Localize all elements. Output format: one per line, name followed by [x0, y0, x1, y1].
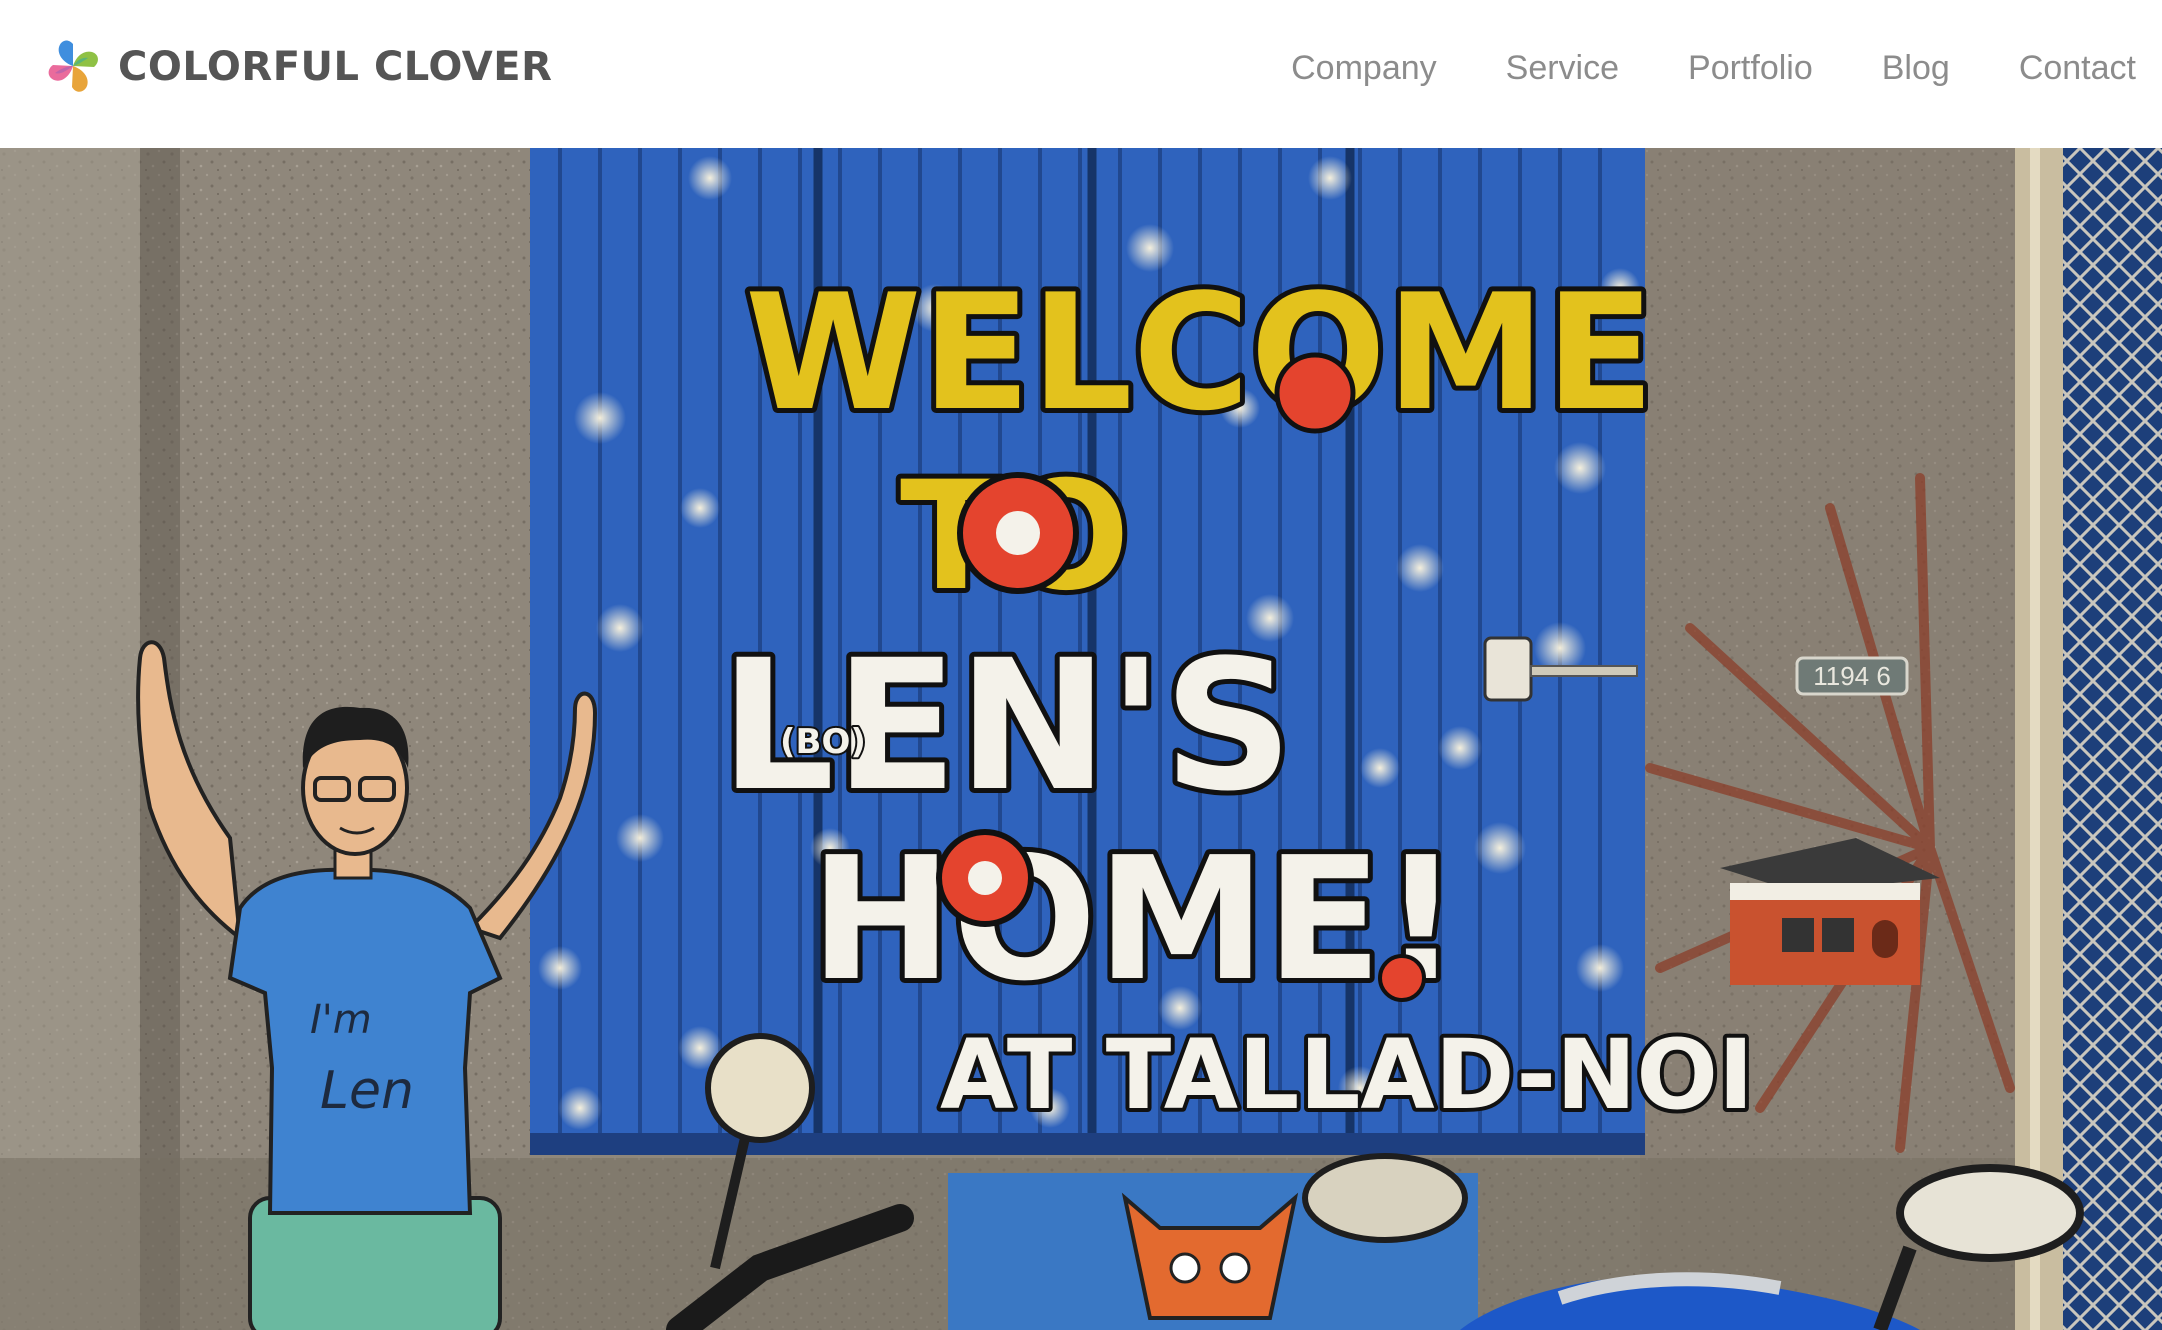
nav-portfolio[interactable]: Portfolio — [1688, 38, 1813, 98]
mural-small-bo: (BO) — [780, 722, 866, 762]
mural-line-home: HOME! — [810, 821, 1460, 1019]
nav-company[interactable]: Company — [1291, 38, 1437, 98]
clover-logo-icon — [48, 40, 98, 92]
mural-photo: WELCOME TO LEN'S (BO) HOME! AT TALLAD-NO… — [0, 148, 2162, 1330]
nav-service[interactable]: Service — [1506, 38, 1619, 98]
hero-image: WELCOME TO LEN'S (BO) HOME! AT TALLAD-NO… — [0, 148, 2162, 1330]
brand-home-link[interactable]: COLORFUL CLOVER — [40, 35, 552, 99]
nav-contact[interactable]: Contact — [2019, 38, 2136, 98]
shirt-text-len: Len — [320, 1061, 414, 1121]
house-number: 1194 6 — [1813, 661, 1891, 691]
main-nav: Company Service Portfolio Blog Contact — [1291, 38, 2136, 98]
mural-line-welcome: WELCOME — [745, 259, 1655, 446]
shirt-text-im: I'm — [310, 997, 372, 1043]
site-header: COLORFUL CLOVER Company Service Portfoli… — [0, 0, 2162, 148]
nav-blog[interactable]: Blog — [1882, 38, 1950, 98]
mural-line-tallad-noi: AT TALLAD-NOI — [940, 1019, 1754, 1131]
brand-name: COLORFUL CLOVER — [118, 44, 553, 90]
